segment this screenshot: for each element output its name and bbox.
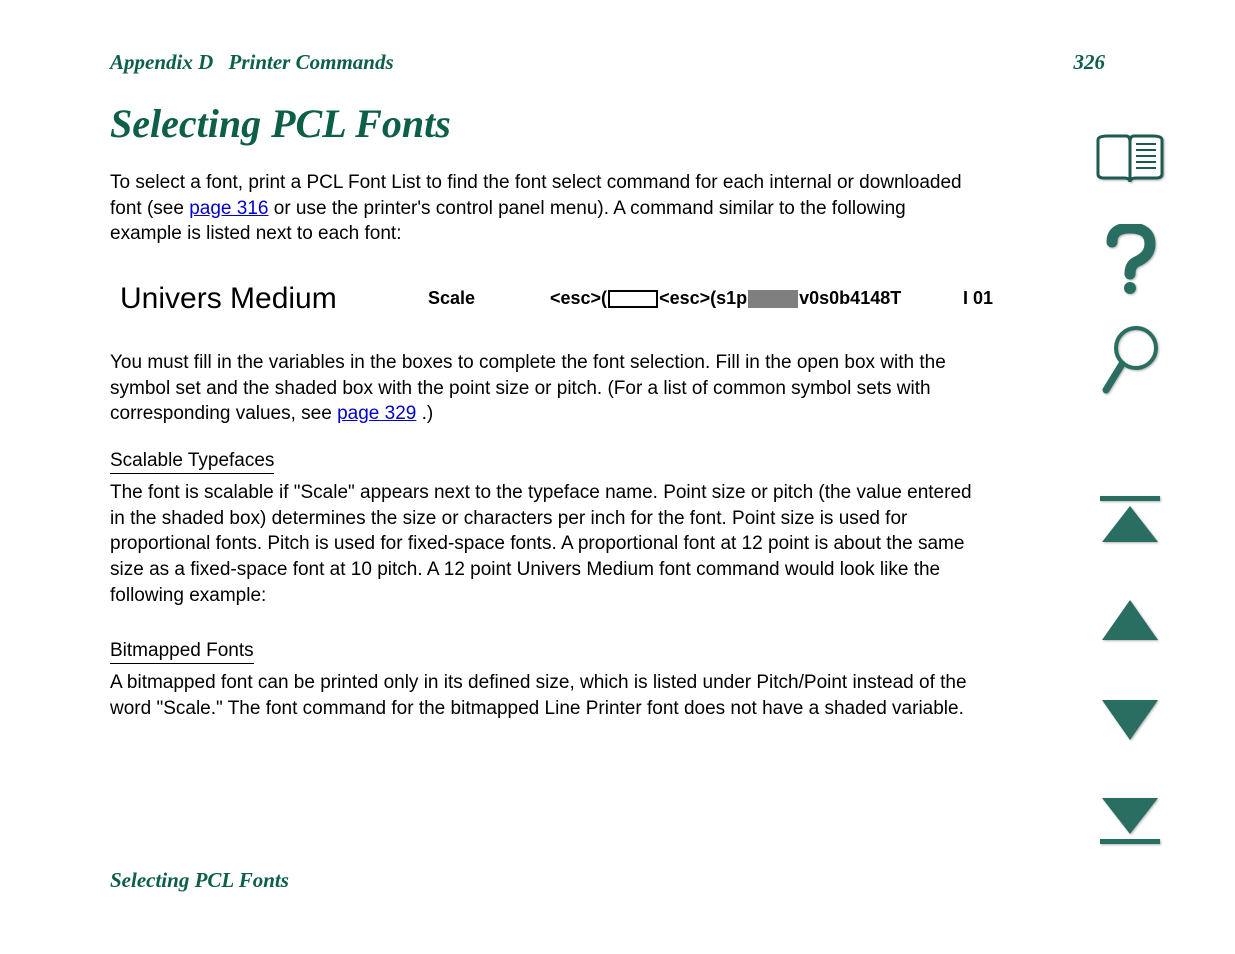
point-size-shaded-box <box>748 290 798 308</box>
magnifier-icon <box>1098 324 1162 396</box>
help-button[interactable] <box>1090 220 1170 300</box>
next-page-button[interactable] <box>1090 680 1170 760</box>
esc-pre: <esc>( <box>550 288 607 309</box>
example-font-name: Univers Medium <box>120 282 337 316</box>
paragraph-4: A bitmapped font can be printed only in … <box>110 670 980 721</box>
header-left: Appendix D Printer Commands <box>110 50 394 75</box>
subheading-scalable-typefaces: Scalable Typefaces <box>110 450 274 474</box>
font-command-example: Univers Medium Scale <esc>( <esc>(s1p v0… <box>120 282 1040 322</box>
contents-button[interactable] <box>1090 120 1170 200</box>
example-scale-label: Scale <box>428 288 475 309</box>
section-label: Printer Commands <box>229 50 394 74</box>
goto-top-icon <box>1098 494 1162 546</box>
search-button[interactable] <box>1090 320 1170 400</box>
link-page-316[interactable]: page 316 <box>189 198 268 219</box>
footer-title: Selecting PCL Fonts <box>110 868 289 893</box>
triangle-down-icon <box>1098 696 1162 744</box>
page-header: Appendix D Printer Commands 326 <box>110 50 1105 80</box>
link-page-329[interactable]: page 329 <box>337 403 416 424</box>
symbol-set-blank-box <box>608 290 658 308</box>
example-escape-sequence: <esc>( <esc>(s1p v0s0b4148T <box>550 288 901 309</box>
paragraph-3: The font is scalable if "Scale" appears … <box>110 480 980 608</box>
open-book-icon <box>1094 132 1166 188</box>
page-number: 326 <box>1074 50 1106 75</box>
esc-post: v0s0b4148T <box>799 288 901 309</box>
first-page-button[interactable] <box>1090 480 1170 560</box>
paragraph-2-post: .) <box>422 403 434 424</box>
paragraph-1: To select a font, print a PCL Font List … <box>110 170 980 247</box>
esc-mid: <esc>(s1p <box>659 288 747 309</box>
goto-bottom-icon <box>1098 794 1162 846</box>
paragraph-2: You must fill in the variables in the bo… <box>110 350 980 427</box>
subheading-bitmapped-fonts: Bitmapped Fonts <box>110 640 254 664</box>
appendix-label: Appendix D <box>110 50 223 74</box>
previous-page-button[interactable] <box>1090 580 1170 660</box>
nav-sidebar <box>1090 120 1180 880</box>
question-mark-icon <box>1100 224 1160 296</box>
triangle-up-icon <box>1098 596 1162 644</box>
last-page-button[interactable] <box>1090 780 1170 860</box>
page-title: Selecting PCL Fonts <box>110 100 451 147</box>
paragraph-2-pre: You must fill in the variables in the bo… <box>110 352 946 424</box>
example-font-id: I 01 <box>963 288 993 309</box>
